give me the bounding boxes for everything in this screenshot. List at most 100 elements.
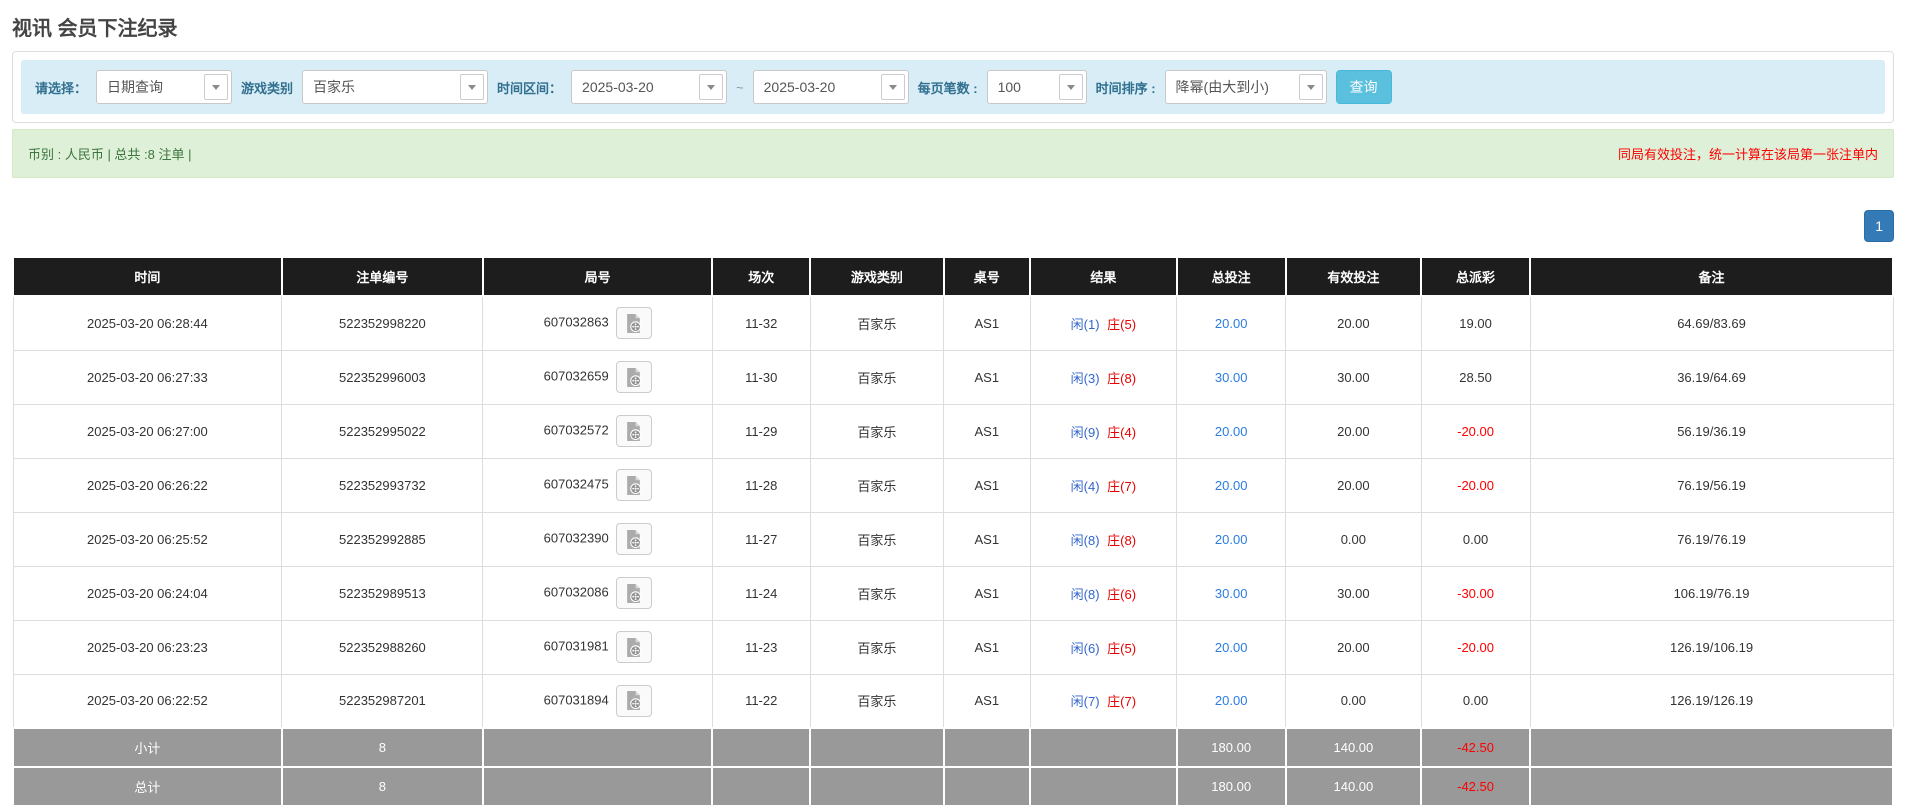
chevron-down-icon[interactable] xyxy=(1058,74,1083,100)
table-number: AS1 xyxy=(943,403,1031,459)
filter-panel: 请选择： 日期查询 游戏类别 百家乐 时间区间： 2025-03-20 ~ 20… xyxy=(12,51,1894,123)
summary-cell xyxy=(809,766,945,807)
chevron-down-icon[interactable] xyxy=(204,74,229,100)
column-header: 结果 xyxy=(1029,256,1178,297)
chevron-down-icon[interactable] xyxy=(699,74,724,100)
video-replay-button[interactable] xyxy=(615,361,652,393)
valid-bet-note: 同局有效投注，统一计算在该局第一张注单内 xyxy=(1617,147,1878,162)
summary-cell: 140.00 xyxy=(1284,766,1423,807)
result-cell: 闲(8) 庄(6) xyxy=(1029,565,1178,621)
bet-time: 2025-03-20 06:25:52 xyxy=(12,511,283,567)
game-type-label: 游戏类别 xyxy=(241,80,294,96)
search-button[interactable]: 查询 xyxy=(1335,70,1392,104)
page-size-label: 每页笔数 : xyxy=(917,80,978,96)
chevron-down-icon[interactable] xyxy=(460,74,485,100)
round-id: 607032390 xyxy=(543,530,609,546)
result-cell: 闲(7) 庄(7) xyxy=(1029,673,1178,729)
game-type: 百家乐 xyxy=(809,349,945,405)
game-type-select[interactable]: 百家乐 xyxy=(302,70,489,104)
valid-bet: 20.00 xyxy=(1285,295,1422,351)
summary-cell xyxy=(481,727,714,768)
round-id: 607032475 xyxy=(543,476,609,492)
summary-cell: 8 xyxy=(280,727,484,768)
bet-id: 522352989513 xyxy=(281,565,484,621)
result-player: 闲(7) xyxy=(1070,694,1100,710)
valid-bet: 30.00 xyxy=(1285,565,1422,621)
video-clip-icon xyxy=(627,529,642,549)
valid-bet: 20.00 xyxy=(1285,403,1422,459)
total-bet-link[interactable]: 20.00 xyxy=(1215,532,1248,547)
remark: 64.69/83.69 xyxy=(1529,295,1894,351)
session-number: 11-24 xyxy=(711,565,811,621)
game-type: 百家乐 xyxy=(809,295,945,351)
table-number: AS1 xyxy=(943,349,1031,405)
sort-select[interactable]: 降幂(由大到小) xyxy=(1164,70,1327,104)
bet-id: 522352995022 xyxy=(281,403,484,459)
pagination-page-1[interactable]: 1 xyxy=(1864,210,1894,242)
video-clip-icon xyxy=(627,475,642,495)
video-replay-button[interactable] xyxy=(615,415,652,447)
total-bet-link[interactable]: 20.00 xyxy=(1215,478,1248,493)
video-replay-button[interactable] xyxy=(615,307,652,340)
remark: 126.19/106.19 xyxy=(1529,619,1894,675)
query-type-value: 日期查询 xyxy=(107,79,164,95)
query-type-label: 请选择： xyxy=(35,80,88,96)
round-id: 607032086 xyxy=(543,584,609,600)
total-bet-link[interactable]: 20.00 xyxy=(1215,424,1248,439)
result-banker: 庄(4) xyxy=(1107,424,1137,440)
result-player: 闲(6) xyxy=(1070,640,1100,656)
game-type: 百家乐 xyxy=(809,511,945,567)
remark: 56.19/36.19 xyxy=(1529,403,1894,459)
summary-cell xyxy=(1529,766,1894,807)
result-banker: 庄(7) xyxy=(1107,694,1137,710)
valid-bet: 20.00 xyxy=(1285,619,1422,675)
summary-cell xyxy=(481,766,714,807)
video-clip-icon xyxy=(627,421,642,441)
date-from-select[interactable]: 2025-03-20 xyxy=(571,70,728,104)
valid-bet: 0.00 xyxy=(1285,673,1422,729)
remark: 126.19/126.19 xyxy=(1529,673,1894,729)
result-banker: 庄(6) xyxy=(1107,586,1137,602)
video-replay-button[interactable] xyxy=(615,469,652,501)
total-bet-link[interactable]: 20.00 xyxy=(1215,316,1248,331)
summary-cell: -42.50 xyxy=(1420,727,1532,768)
table-number: AS1 xyxy=(943,619,1031,675)
result-cell: 闲(3) 庄(8) xyxy=(1029,349,1178,405)
page-size-select[interactable]: 100 xyxy=(986,70,1087,104)
summary-bar: 币别 : 人民币 | 总共 :8 注单 | 同局有效投注，统一计算在该局第一张注… xyxy=(12,129,1894,178)
round-cell: 607031894 xyxy=(482,673,713,729)
total-bet-link[interactable]: 20.00 xyxy=(1215,640,1248,655)
date-to-select[interactable]: 2025-03-20 xyxy=(752,70,909,104)
video-replay-button[interactable] xyxy=(615,631,652,663)
valid-bet: 30.00 xyxy=(1285,349,1422,405)
game-type-value: 百家乐 xyxy=(313,79,356,95)
video-clip-icon xyxy=(627,313,642,333)
summary-cell xyxy=(1029,766,1178,807)
bet-time: 2025-03-20 06:26:22 xyxy=(12,457,283,513)
summary-cell xyxy=(809,727,945,768)
total-bet-link[interactable]: 20.00 xyxy=(1215,693,1248,708)
result-cell: 闲(8) 庄(8) xyxy=(1029,511,1178,567)
total-bet-link[interactable]: 30.00 xyxy=(1215,586,1248,601)
summary-cell xyxy=(942,766,1032,807)
video-replay-button[interactable] xyxy=(615,577,652,609)
game-type: 百家乐 xyxy=(809,619,945,675)
video-replay-button[interactable] xyxy=(615,523,652,555)
summary-cell: 小计 xyxy=(12,727,283,768)
bet-time: 2025-03-20 06:27:00 xyxy=(12,403,283,459)
query-type-select[interactable]: 日期查询 xyxy=(96,70,233,104)
result-cell: 闲(6) 庄(5) xyxy=(1029,619,1178,675)
bet-id: 522352998220 xyxy=(281,295,484,351)
result-cell: 闲(1) 庄(5) xyxy=(1029,295,1178,351)
game-type: 百家乐 xyxy=(809,457,945,513)
summary-cell: -42.50 xyxy=(1420,766,1532,807)
total-bet-link[interactable]: 30.00 xyxy=(1215,370,1248,385)
date-to-value: 2025-03-20 xyxy=(763,79,836,95)
video-replay-button[interactable] xyxy=(615,684,652,717)
total-bet-cell: 20.00 xyxy=(1176,619,1287,675)
chevron-down-icon[interactable] xyxy=(880,74,905,100)
session-number: 11-30 xyxy=(711,349,811,405)
bet-time: 2025-03-20 06:24:04 xyxy=(12,565,283,621)
chevron-down-icon[interactable] xyxy=(1298,74,1323,100)
result-player: 闲(3) xyxy=(1070,370,1100,386)
